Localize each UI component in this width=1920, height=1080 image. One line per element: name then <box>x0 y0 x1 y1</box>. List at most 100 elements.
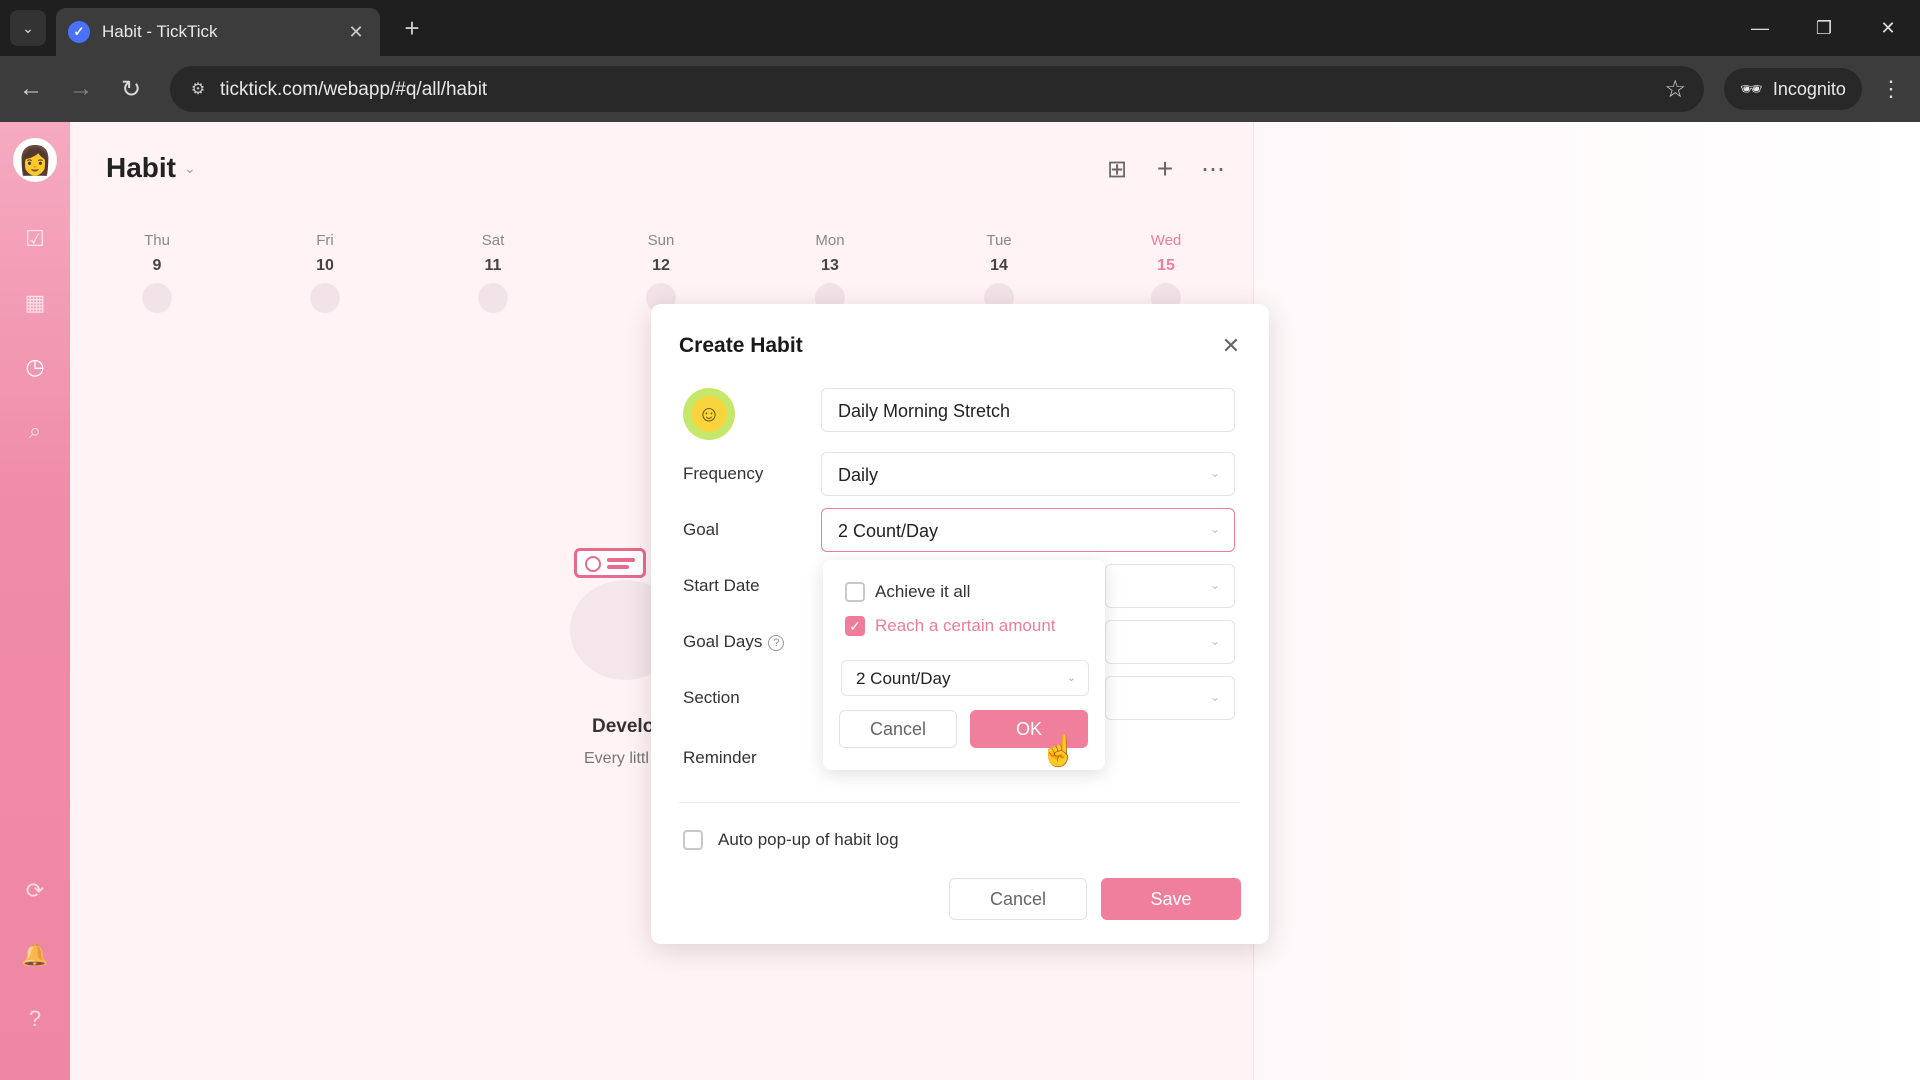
day-name: Mon <box>815 232 845 249</box>
new-tab-button[interactable]: + <box>396 12 428 44</box>
browser-tab-bar: ⌄ ✓ Habit - TickTick ✕ + — ❐ ✕ <box>0 0 1920 56</box>
day-status-circle <box>478 283 508 313</box>
goal-days-select[interactable]: ⌄ <box>1105 620 1235 664</box>
start-date-label: Start Date <box>683 576 760 595</box>
app-sidebar: 👩 ☑ ▦ ◷ ⌕ ⟳ 🔔 ? <box>0 122 70 1080</box>
add-habit-icon[interactable]: + <box>1150 153 1180 184</box>
incognito-badge[interactable]: 🕶 Incognito <box>1724 68 1862 110</box>
reach-amount-checkbox[interactable]: ✓ <box>845 616 865 636</box>
empty-state-title: Develo <box>592 716 655 737</box>
day-column[interactable]: Thu 9 <box>127 232 187 313</box>
goal-label: Goal <box>683 520 719 539</box>
chevron-down-icon: ⌄ <box>1209 578 1220 592</box>
back-icon[interactable]: ← <box>12 70 50 108</box>
incognito-label: Incognito <box>1772 78 1846 99</box>
tab-close-icon[interactable]: ✕ <box>344 22 368 43</box>
habit-icon-picker[interactable]: ☺ <box>683 388 735 440</box>
habit-name-value: Daily Morning Stretch <box>838 401 1011 421</box>
tab-title: Habit - TickTick <box>102 22 218 41</box>
day-number: 14 <box>990 257 1008 274</box>
empty-state-subtitle: Every littl <box>584 750 649 767</box>
chevron-down-icon: ⌄ <box>1209 466 1220 480</box>
sync-icon[interactable]: ⟳ <box>22 878 48 904</box>
divider <box>679 802 1239 803</box>
day-name: Sat <box>481 232 505 249</box>
url-text[interactable]: ticktick.com/webapp/#q/all/habit <box>220 79 487 101</box>
day-number: 10 <box>316 257 334 274</box>
page-title[interactable]: Habit <box>106 152 176 184</box>
chevron-down-icon: ⌄ <box>1209 634 1220 648</box>
day-status-circle <box>142 283 172 313</box>
hand-cursor-icon: ☝ <box>1040 735 1078 768</box>
site-info-icon[interactable]: ⚙ <box>186 77 210 101</box>
section-label: Section <box>683 688 740 707</box>
amount-value: 2 Count/Day <box>856 669 951 688</box>
bookmark-star-icon[interactable]: ☆ <box>1664 75 1686 104</box>
notification-bell-icon[interactable]: 🔔 <box>21 942 48 968</box>
achieve-all-checkbox[interactable] <box>845 582 865 602</box>
day-number: 11 <box>484 257 502 274</box>
reload-icon[interactable]: ↻ <box>112 70 150 108</box>
day-number: 13 <box>821 257 839 274</box>
frequency-label: Frequency <box>683 464 764 483</box>
reach-amount-label[interactable]: Reach a certain amount <box>875 616 1056 636</box>
address-bar[interactable]: ⚙ ticktick.com/webapp/#q/all/habit ☆ <box>170 66 1704 112</box>
save-button[interactable]: Save <box>1101 878 1241 920</box>
habit-name-input[interactable]: Daily Morning Stretch <box>821 388 1235 432</box>
popover-cancel-button[interactable]: Cancel <box>839 710 957 748</box>
info-icon[interactable]: ? <box>768 634 785 651</box>
day-column[interactable]: Sat 11 <box>463 232 523 313</box>
minimize-button[interactable]: — <box>1740 10 1780 46</box>
reminder-label: Reminder <box>683 748 757 767</box>
help-icon[interactable]: ? <box>22 1006 48 1032</box>
browser-toolbar: ← → ↻ ⚙ ticktick.com/webapp/#q/all/habit… <box>0 56 1920 122</box>
habit-clock-icon[interactable]: ◷ <box>22 354 48 380</box>
cancel-button[interactable]: Cancel <box>949 878 1087 920</box>
frequency-select[interactable]: Daily ⌄ <box>821 452 1235 496</box>
chevron-down-icon[interactable]: ⌄ <box>184 160 196 177</box>
frequency-value: Daily <box>838 465 879 485</box>
section-select[interactable]: ⌄ <box>1105 676 1235 720</box>
day-name: Fri <box>316 232 334 249</box>
day-number: 12 <box>652 257 670 274</box>
task-checkbox-icon[interactable]: ☑ <box>22 226 48 252</box>
close-icon[interactable]: ✕ <box>1217 332 1245 360</box>
search-icon[interactable]: ⌕ <box>22 418 48 444</box>
goal-days-label-text: Goal Days <box>683 632 763 651</box>
empty-state-card-icon <box>574 548 646 578</box>
more-options-icon[interactable]: ⋯ <box>1198 154 1228 184</box>
day-number: 15 <box>1157 257 1175 274</box>
achieve-all-label[interactable]: Achieve it all <box>875 582 970 602</box>
day-column-today[interactable]: Wed 15 <box>1136 232 1196 313</box>
auto-popup-checkbox[interactable] <box>683 830 703 850</box>
smiley-icon: ☺ <box>691 396 727 432</box>
day-column[interactable]: Tue 14 <box>969 232 1029 313</box>
amount-select[interactable]: 2 Count/Day ⌄ <box>841 660 1089 696</box>
avatar[interactable]: 👩 <box>13 138 57 182</box>
day-column[interactable]: Fri 10 <box>295 232 355 313</box>
goal-select[interactable]: 2 Count/Day ⌄ <box>821 508 1235 552</box>
day-name: Wed <box>1150 232 1182 249</box>
chevron-down-icon: ⌄ <box>1209 690 1220 704</box>
grid-view-icon[interactable]: ⊞ <box>1102 154 1132 184</box>
day-column[interactable]: Sun 12 <box>631 232 691 313</box>
incognito-icon: 🕶 <box>1740 78 1763 99</box>
forward-icon[interactable]: → <box>62 70 100 108</box>
browser-tab[interactable]: ✓ Habit - TickTick ✕ <box>56 8 380 56</box>
tab-search-button[interactable]: ⌄ <box>10 10 46 46</box>
day-status-circle <box>310 283 340 313</box>
start-date-select[interactable]: ⌄ <box>1105 564 1235 608</box>
dialog-title: Create Habit <box>679 334 803 357</box>
goal-days-label: Goal Days? <box>683 632 785 652</box>
day-name: Sun <box>647 232 675 249</box>
day-column[interactable]: Mon 13 <box>800 232 860 313</box>
chevron-down-icon: ⌄ <box>1066 672 1076 684</box>
goal-value: 2 Count/Day <box>838 521 939 541</box>
restore-button[interactable]: ❐ <box>1804 10 1844 46</box>
calendar-icon[interactable]: ▦ <box>22 290 48 316</box>
window-close-button[interactable]: ✕ <box>1868 10 1908 46</box>
browser-menu-icon[interactable]: ⋮ <box>1876 70 1906 108</box>
day-name: Tue <box>986 232 1012 249</box>
day-name: Thu <box>144 232 170 249</box>
chevron-down-icon: ⌄ <box>1209 522 1220 536</box>
